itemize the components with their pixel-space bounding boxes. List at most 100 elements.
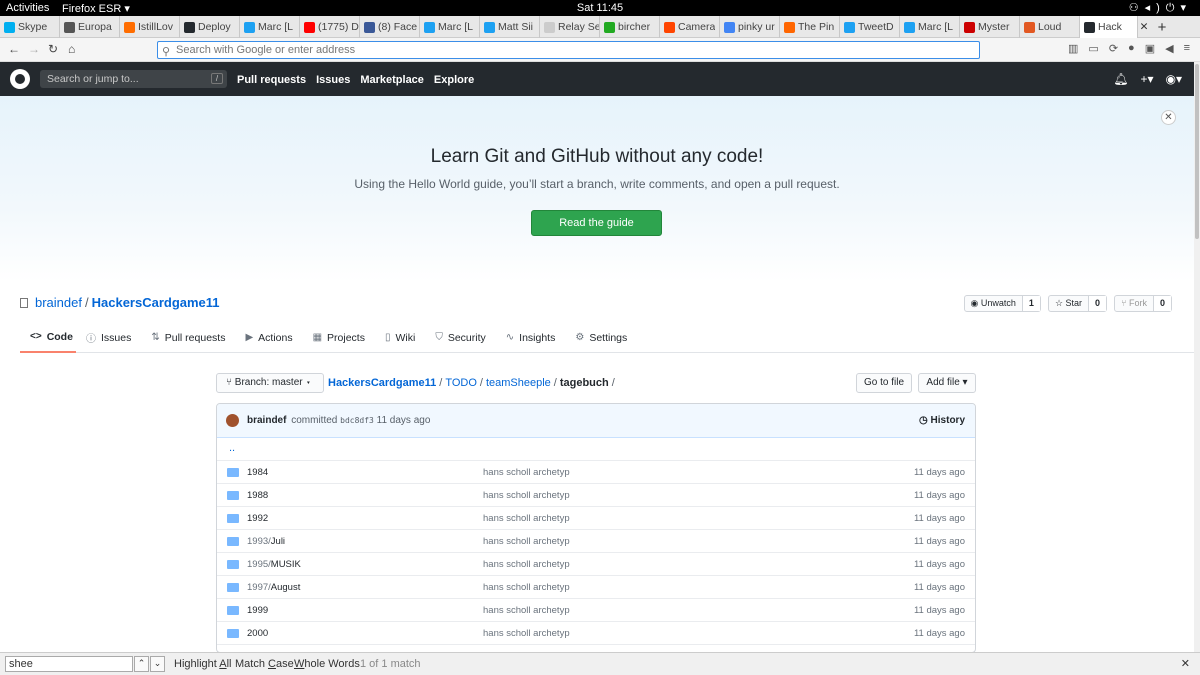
browser-tab[interactable]: Myster [960,16,1020,38]
menu-icon[interactable]: ≡ [1184,42,1190,55]
browser-tab[interactable]: Marc [L [420,16,480,38]
commit-sha[interactable]: bdc8df3 [340,416,374,425]
reload-icon[interactable]: ↻ [48,42,58,56]
user-avatar[interactable]: ◉▾ [1166,72,1183,86]
tab-actions[interactable]: ▶ Actions [235,322,302,353]
add-file-button[interactable]: Add file ▾ [918,373,976,393]
browser-tab[interactable]: TweetD [840,16,900,38]
go-to-file-button[interactable]: Go to file [856,373,912,393]
tab-pull-requests[interactable]: ⇅ Pull requests [141,322,235,353]
repo-owner-link[interactable]: braindef [35,295,82,310]
commit-message-link[interactable]: hans scholl archetyp [483,467,570,478]
page-scrollbar[interactable] [1194,62,1200,652]
clock[interactable]: Sat 11:45 [0,2,1200,14]
table-row[interactable]: 1997/August hans scholl archetyp 11 days a… [217,576,975,599]
highlight-all-toggle[interactable]: Highlight All [174,658,232,670]
tab-insights[interactable]: ∿ Insights [496,322,566,353]
browser-tab-active[interactable]: Hack [1080,16,1138,38]
close-tab-icon[interactable]: ✕ [1138,16,1150,38]
browser-tab[interactable]: (1775) D [300,16,360,38]
nav-marketplace[interactable]: Marketplace [360,74,424,86]
commit-message-link[interactable]: hans scholl archetyp [483,490,570,501]
commit-message-link[interactable]: hans scholl archetyp [483,628,570,639]
tab-projects[interactable]: ▦ Projects [303,322,375,353]
table-row[interactable]: 1995/MUSIK hans scholl archetyp 11 days ag… [217,553,975,576]
browser-tab[interactable]: IstillLov [120,16,180,38]
forward-button[interactable]: → [28,42,40,56]
browser-tab[interactable]: bircher [600,16,660,38]
sync-icon[interactable]: ⟳ [1109,42,1118,55]
commit-author[interactable]: braindef [247,415,286,426]
browser-tab[interactable]: Marc [L [240,16,300,38]
browser-tab[interactable]: (8) Face [360,16,420,38]
tab-issues[interactable]: ⓘ Issues [76,322,141,353]
library-icon[interactable]: ▥ [1068,42,1078,55]
table-row[interactable]: 1992 hans scholl archetyp 11 days ago [217,507,975,530]
watch-button[interactable]: ◉ Unwatch 1 [963,295,1041,312]
breadcrumb-root[interactable]: HackersCardgame11 [328,377,436,389]
back-button[interactable]: ← [8,42,20,56]
parent-directory-link[interactable]: .. [217,438,975,461]
find-next-button[interactable]: ⌄ [150,656,165,672]
browser-tab[interactable]: Europa [60,16,120,38]
tab-security[interactable]: ⛉ Security [425,322,495,353]
nav-issues[interactable]: Issues [316,74,350,86]
commit-message-link[interactable]: hans scholl archetyp [483,536,570,547]
read-guide-button[interactable]: Read the guide [531,210,662,236]
find-previous-button[interactable]: ⌃ [134,656,149,672]
fork-count[interactable]: 0 [1153,296,1171,311]
table-row[interactable]: 2000 hans scholl archetyp 11 days ago [217,622,975,645]
home-icon[interactable]: ⌂ [68,42,75,56]
browser-tab[interactable]: Matt Sii [480,16,540,38]
nav-explore[interactable]: Explore [434,74,474,86]
file-name-link[interactable]: 1984 [247,467,268,478]
browser-tab[interactable]: pinky ur [720,16,780,38]
commit-message-link[interactable]: hans scholl archetyp [483,559,570,570]
close-icon[interactable]: ✕ [1161,110,1176,125]
file-name-link[interactable]: 1993/Juli [247,536,285,547]
history-link[interactable]: ◷ History [919,415,965,426]
author-avatar[interactable] [226,414,239,427]
browser-tab[interactable]: Camera [660,16,720,38]
breadcrumb-todo[interactable]: TODO [445,377,477,389]
scrollbar-thumb[interactable] [1195,64,1199,239]
browser-tab[interactable]: Marc [L [900,16,960,38]
close-find-icon[interactable]: ✕ [1181,657,1190,670]
nav-pull-requests[interactable]: Pull requests [237,74,306,86]
find-input[interactable]: shee [5,656,133,672]
bell-icon[interactable]: 🔔︎ [1113,72,1128,86]
commit-message-link[interactable]: hans scholl archetyp [483,513,570,524]
commit-message-link[interactable]: hans scholl archetyp [483,582,570,593]
github-logo-icon[interactable] [10,69,30,89]
breadcrumb-teamsheeple[interactable]: teamSheeple [486,377,551,389]
table-row[interactable]: 1984 hans scholl archetyp 11 days ago [217,461,975,484]
file-name-link[interactable]: 1992 [247,513,268,524]
file-name-link[interactable]: 1999 [247,605,268,616]
sidebar-icon[interactable]: ▭ [1088,42,1098,55]
repo-name-link[interactable]: HackersCardgame11 [92,295,220,310]
whole-words-toggle[interactable]: Whole Words [294,658,360,670]
table-row[interactable]: 1988 hans scholl archetyp 11 days ago [217,484,975,507]
address-bar[interactable]: ⚲ Search with Google or enter address [157,41,980,59]
file-name-link[interactable]: 1995/MUSIK [247,559,301,570]
match-case-toggle[interactable]: Match Case [235,658,294,670]
star-count[interactable]: 0 [1089,296,1107,311]
new-tab-button[interactable]: + [1150,16,1174,38]
watch-count[interactable]: 1 [1022,296,1040,311]
megaphone-icon[interactable]: ◀ [1165,42,1173,55]
browser-tab[interactable]: Loud [1020,16,1080,38]
browser-tab[interactable]: Deploy [180,16,240,38]
extension-icon[interactable]: ● [1128,42,1135,55]
browser-tab[interactable]: Relay Searc [540,16,600,38]
commit-message-link[interactable]: hans scholl archetyp [483,605,570,616]
file-name-link[interactable]: 1988 [247,490,268,501]
tab-settings[interactable]: ⚙ Settings [565,322,637,353]
fork-button[interactable]: ⑂ Fork 0 [1114,295,1172,312]
table-row[interactable]: 1999 hans scholl archetyp 11 days ago [217,599,975,622]
plus-icon[interactable]: +▾ [1140,72,1153,86]
file-name-link[interactable]: 1997/August [247,582,300,593]
tab-code[interactable]: <> Code [20,322,76,353]
tab-wiki[interactable]: ▯ Wiki [375,322,425,353]
browser-tab[interactable]: The Pin [780,16,840,38]
star-button[interactable]: ☆ Star 0 [1047,295,1108,312]
